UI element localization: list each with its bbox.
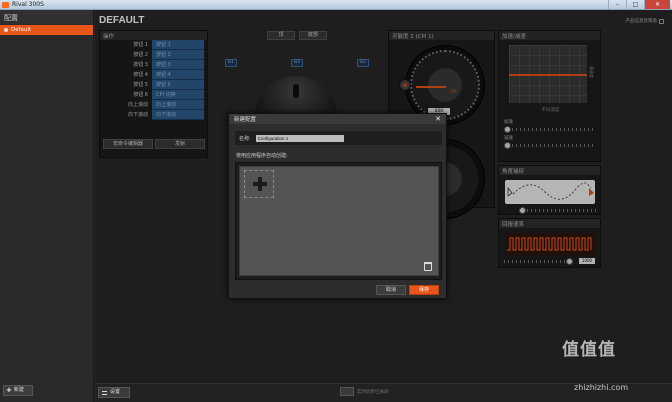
dialog-buttons: 取消 保存 [376,285,439,295]
plus-icon: + [6,386,12,394]
close-window-button[interactable]: ✕ [644,0,670,9]
settings-label: 设置 [110,389,121,395]
config-item-label: Default [11,27,32,33]
config-name-input[interactable] [255,134,344,142]
app-icon [2,2,9,8]
new-config-button[interactable]: + 新建 [3,385,33,396]
live-sync: 实时同步已关闭 [340,387,389,396]
add-app-button[interactable] [244,170,274,198]
apps-list [239,166,439,276]
maximize-button[interactable]: □ [626,0,644,9]
save-button[interactable]: 保存 [409,285,439,295]
settings-button[interactable]: 设置 [98,387,130,398]
apps-label: 使用应用程序自动创建: [236,153,288,159]
sync-toggle[interactable] [340,387,354,396]
trash-icon[interactable] [424,262,432,271]
window-title: Rival 300S [12,1,44,8]
sync-label: 实时同步已关闭 [357,389,389,395]
plus-icon [253,177,267,191]
new-config-label: 新建 [13,387,24,393]
apps-list-box [235,162,442,280]
window-controls: – □ ✕ [608,0,670,9]
cancel-button[interactable]: 取消 [376,285,406,295]
minimize-button[interactable]: – [608,0,626,9]
name-row: 名称: [235,131,442,145]
dialog-titlebar: 新建配置 ✕ [229,114,446,124]
menu-icon [102,390,107,395]
window-titlebar: Rival 300S – □ ✕ [0,0,672,10]
watermark-logo: 值值值 [562,340,616,360]
watermark-domain: zhizhizhi.com [574,383,629,392]
config-sidebar: 配置 Default + 新建 [0,10,94,402]
dialog-title: 新建配置 [234,117,257,123]
dialog-close-icon[interactable]: ✕ [435,115,441,123]
config-item-default[interactable]: Default [0,25,93,35]
sidebar-header: 配置 [0,10,93,24]
name-label: 名称: [239,135,251,142]
new-config-dialog: 新建配置 ✕ 名称: 使用应用程序自动创建: 取消 保存 [228,113,447,299]
config-dot-icon [4,28,8,32]
